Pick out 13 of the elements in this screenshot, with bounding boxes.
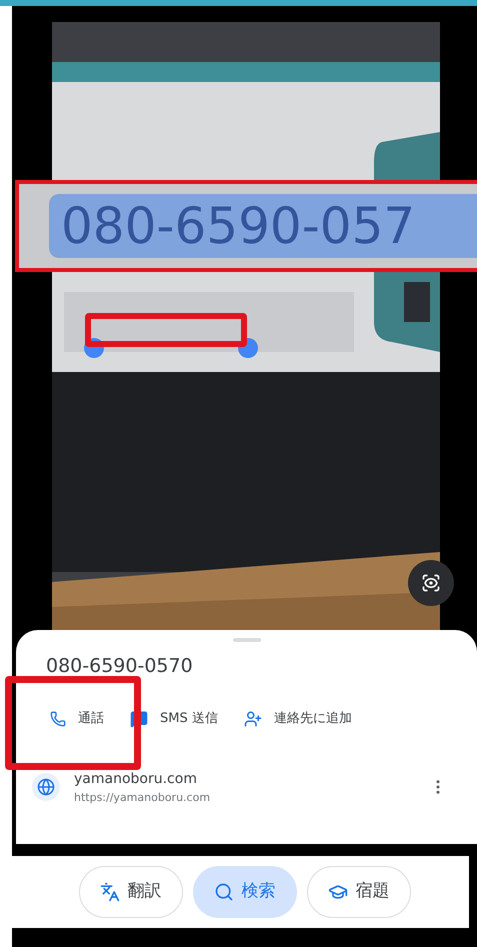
mode-chip[interactable]: 翻訳 [78, 866, 182, 918]
result-url: https://yamanoboru.com [74, 790, 210, 806]
mode-chip[interactable]: 宿題 [306, 866, 410, 918]
search-icon [214, 882, 234, 902]
phone-number-title: 080-6590-0570 [46, 654, 194, 679]
result-title[interactable]: yamanoboru.com [74, 768, 197, 790]
phone-icon [50, 710, 66, 726]
translate-icon [100, 882, 120, 902]
drag-handle[interactable] [232, 638, 260, 642]
globe-icon [32, 773, 60, 802]
add-person-icon [244, 710, 262, 728]
scan-eye-icon [421, 573, 441, 593]
highlighted-number: 080-6590-057 [49, 194, 477, 258]
